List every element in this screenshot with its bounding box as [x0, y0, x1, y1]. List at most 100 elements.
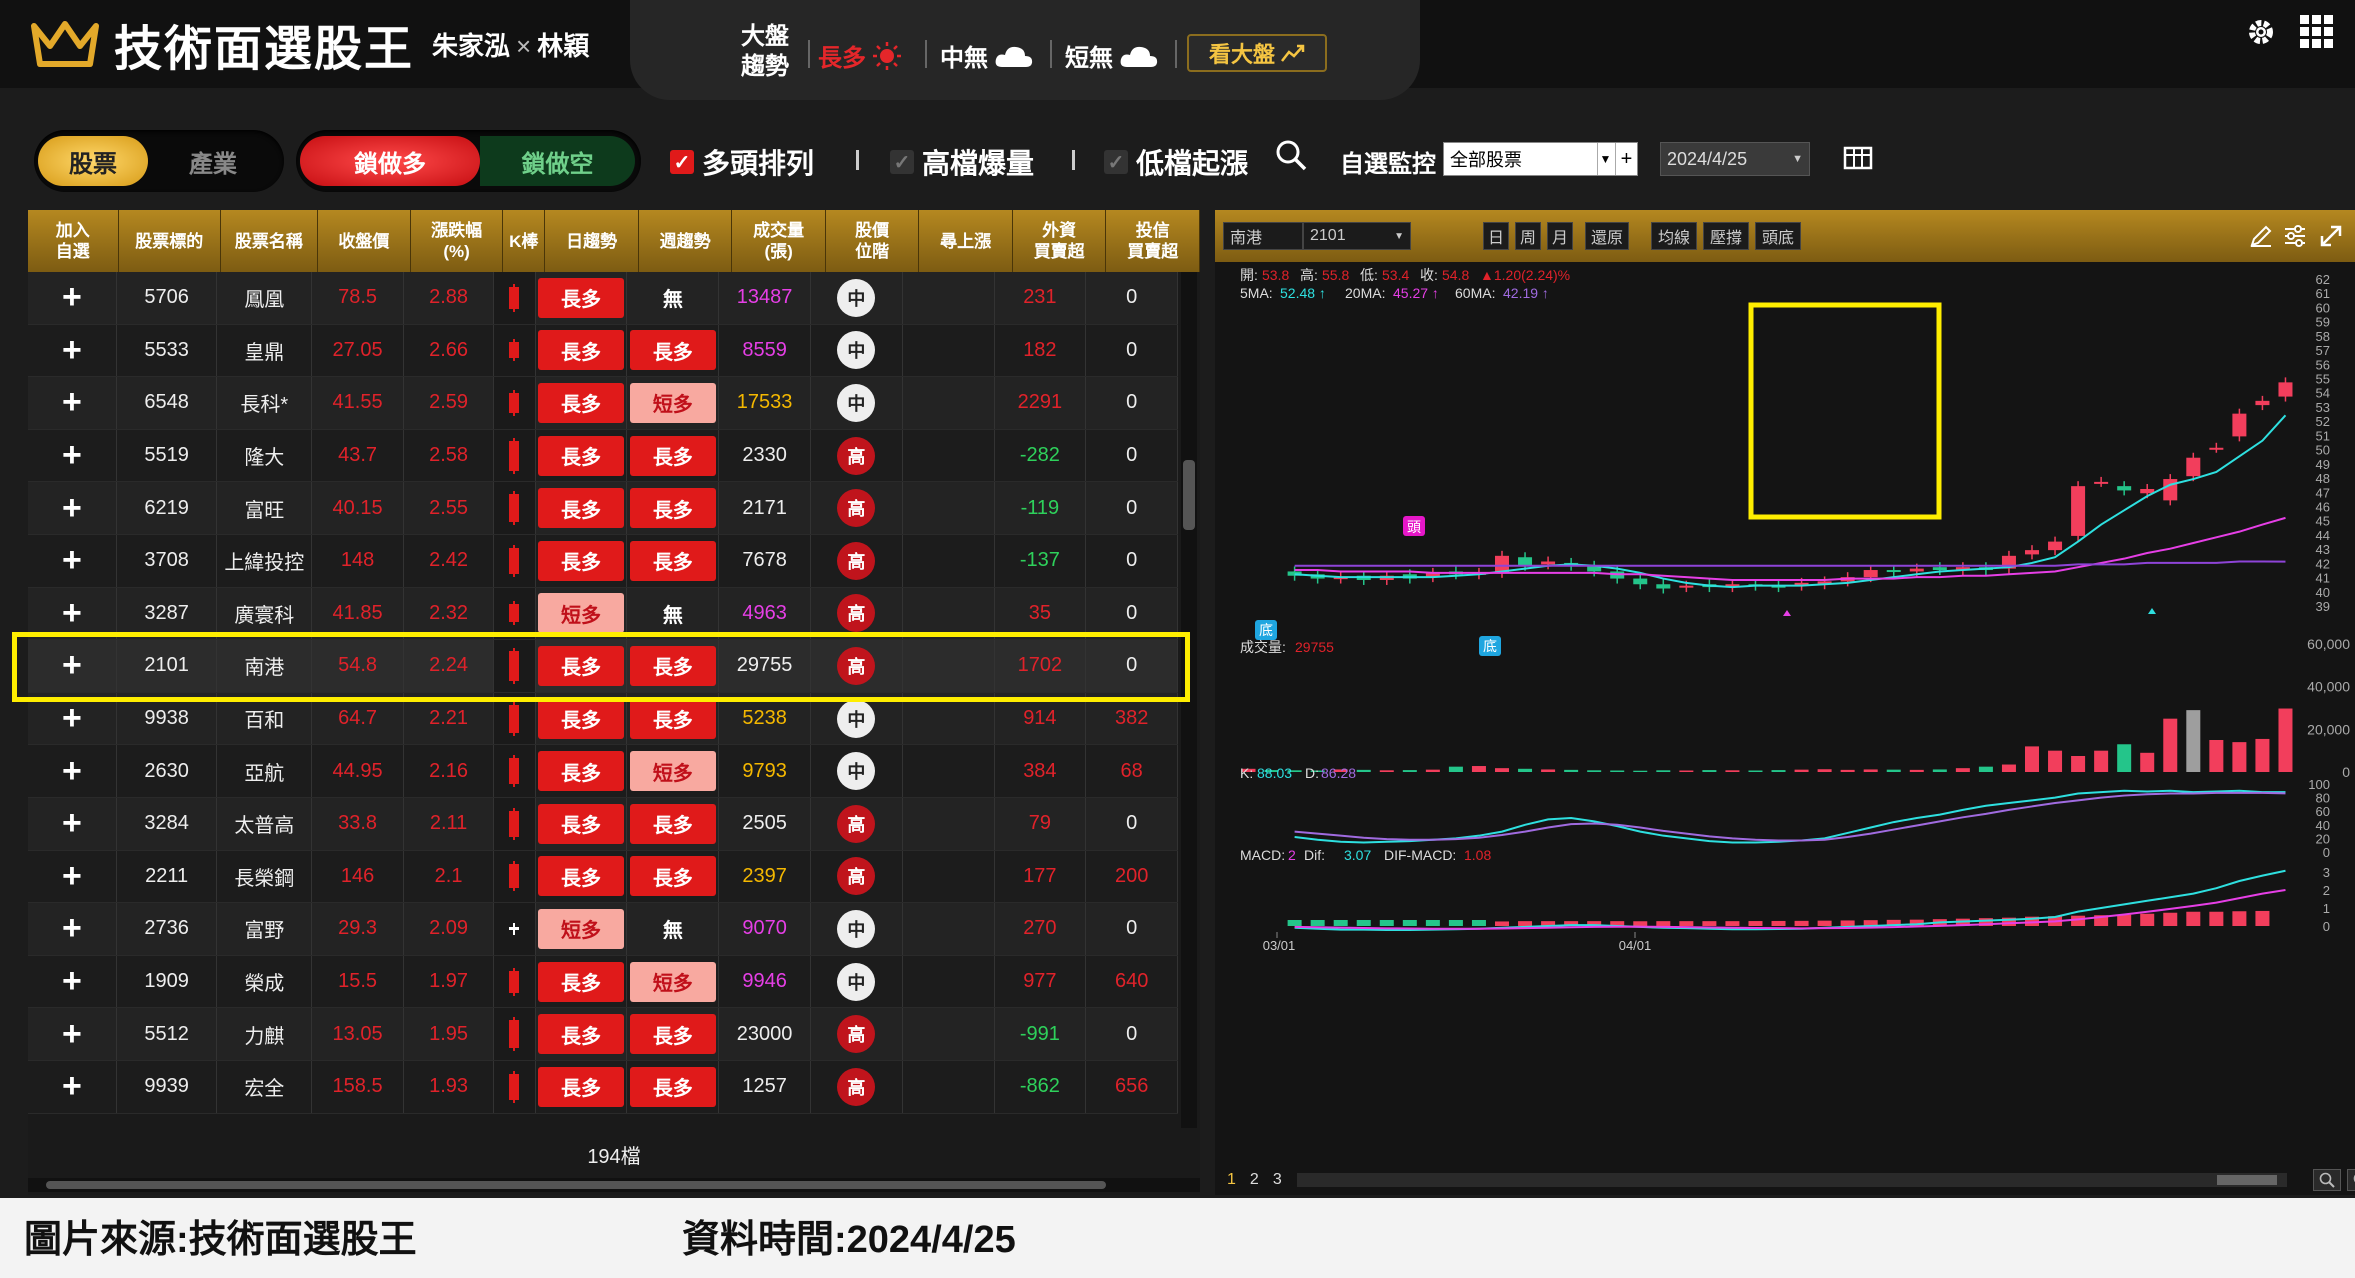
- watch-select[interactable]: 全部股票 ▼ +: [1443, 142, 1638, 176]
- search-icon[interactable]: [1274, 138, 1308, 172]
- stock-name[interactable]: 長科*: [240, 388, 288, 417]
- zoom-out-icon[interactable]: [2313, 1169, 2341, 1191]
- add-watchlist-button[interactable]: +: [62, 541, 82, 580]
- tab-lock-short[interactable]: 鎖做空: [480, 136, 635, 186]
- tab-industry[interactable]: 產業: [148, 136, 278, 186]
- btn-ma[interactable]: 均線: [1651, 222, 1697, 250]
- app-logo[interactable]: 技術面選股王 朱家泓 × 林穎: [30, 14, 589, 76]
- stock-code[interactable]: 2101: [144, 654, 189, 677]
- column-header[interactable]: 股票標的: [119, 210, 222, 272]
- table-row[interactable]: +6548 長科* 41.55 2.59 長多 短多 17533 中 2291 0: [28, 377, 1178, 430]
- table-row[interactable]: +5512 力麒 13.05 1.95 長多 長多 23000 高 -991 0: [28, 1008, 1178, 1061]
- checkbox-icon[interactable]: ✓: [890, 150, 914, 174]
- add-watchlist-button[interactable]: +: [62, 699, 82, 738]
- chart-code-select[interactable]: 2101 ▼: [1303, 222, 1411, 250]
- grid-menu-icon[interactable]: [2299, 14, 2335, 50]
- add-watchlist-button[interactable]: +: [62, 594, 82, 633]
- column-header[interactable]: 股價 位階: [826, 210, 920, 272]
- table-row[interactable]: +3287 廣寰科 41.85 2.32 短多 無 4963 高 35 0: [28, 587, 1178, 641]
- checkbox-checked-icon[interactable]: ✓: [670, 150, 694, 174]
- btn-head-bottom[interactable]: 頭底: [1755, 222, 1801, 250]
- stock-name[interactable]: 富野: [244, 914, 284, 943]
- stock-code[interactable]: 6548: [144, 391, 189, 414]
- btn-day[interactable]: 日: [1483, 222, 1509, 250]
- chevron-down-icon[interactable]: ▼: [1792, 153, 1803, 165]
- chart-page-2[interactable]: 2: [1250, 1171, 1259, 1189]
- stock-name[interactable]: 榮成: [244, 967, 284, 996]
- add-watchlist-button[interactable]: +: [62, 646, 82, 685]
- stock-code[interactable]: 3284: [144, 812, 189, 835]
- table-row[interactable]: +9939 宏全 158.5 1.93 長多 長多 1257 高 -862 656: [28, 1060, 1178, 1114]
- stock-code[interactable]: 1909: [144, 970, 189, 993]
- table-row[interactable]: +9938 百和 64.7 2.21 長多 長多 5238 中 914 382: [28, 692, 1178, 746]
- column-header[interactable]: 外資 買賣超: [1013, 210, 1107, 272]
- stock-code[interactable]: 5533: [144, 339, 189, 362]
- chart-horizontal-scrollbar[interactable]: [1297, 1173, 2287, 1187]
- table-row[interactable]: +2630 亞航 44.95 2.16 長多 短多 9793 中 384 68: [28, 745, 1178, 798]
- filter-bullish-alignment[interactable]: ✓ 多頭排列: [670, 142, 814, 182]
- filter-low-rise[interactable]: ✓ 低檔起漲: [1104, 142, 1248, 182]
- stock-name[interactable]: 太普高: [234, 809, 294, 838]
- btn-month[interactable]: 月: [1547, 222, 1573, 250]
- column-header[interactable]: K棒: [503, 210, 546, 272]
- stock-name[interactable]: 南港: [244, 651, 284, 680]
- pencil-icon[interactable]: [2249, 224, 2273, 248]
- add-watchlist-button[interactable]: +: [62, 962, 82, 1001]
- table-row[interactable]: +3708 上緯投控 148 2.42 長多 長多 7678 高 -137 0: [28, 534, 1178, 588]
- zoom-in-icon[interactable]: [2347, 1169, 2355, 1191]
- table-row[interactable]: +2211 長榮鋼 146 2.1 長多 長多 2397 高 177 200: [28, 850, 1178, 904]
- stock-name[interactable]: 上緯投控: [224, 546, 304, 575]
- btn-support-resistance[interactable]: 壓撐: [1703, 222, 1749, 250]
- column-header[interactable]: 收盤價: [318, 210, 412, 272]
- chart-page-3[interactable]: 3: [1273, 1171, 1282, 1189]
- btn-week[interactable]: 周: [1515, 222, 1541, 250]
- date-select[interactable]: 2024/4/25 ▼: [1660, 142, 1810, 176]
- stock-name[interactable]: 百和: [244, 704, 284, 733]
- table-row[interactable]: +3284 太普高 33.8 2.11 長多 長多 2505 高 79 0: [28, 797, 1178, 851]
- stock-name[interactable]: 廣寰科: [234, 599, 294, 628]
- stock-code[interactable]: 9939: [144, 1075, 189, 1098]
- stock-name[interactable]: 隆大: [244, 441, 284, 470]
- column-header[interactable]: 加入 自選: [28, 210, 119, 272]
- expand-icon[interactable]: [2319, 224, 2343, 248]
- add-watchlist-button[interactable]: +: [62, 383, 82, 422]
- scroll-thumb[interactable]: [2217, 1175, 2277, 1185]
- add-watchlist-button[interactable]: +: [62, 436, 82, 475]
- stock-code[interactable]: 5706: [144, 286, 189, 309]
- table-row[interactable]: +6219 富旺 40.15 2.55 長多 長多 2171 高 -119 0: [28, 482, 1178, 535]
- chart-symbol[interactable]: 南港: [1223, 222, 1303, 250]
- column-header[interactable]: 股票名稱: [221, 210, 318, 272]
- stock-code[interactable]: 3287: [144, 602, 189, 625]
- chart-page-1[interactable]: 1: [1227, 1171, 1236, 1189]
- tab-stocks[interactable]: 股票: [38, 136, 148, 186]
- table-row[interactable]: +5706 鳳凰 78.5 2.88 長多 無 13487 中 231 0: [28, 272, 1178, 325]
- column-header[interactable]: 尋上漲: [919, 210, 1013, 272]
- stock-name[interactable]: 富旺: [244, 494, 284, 523]
- scroll-thumb[interactable]: [1183, 460, 1195, 530]
- add-watchlist-button[interactable]: +: [62, 857, 82, 896]
- horizontal-scrollbar[interactable]: [28, 1178, 1200, 1192]
- stock-code[interactable]: 9938: [144, 707, 189, 730]
- add-watchlist-button[interactable]: +: [62, 909, 82, 948]
- sliders-icon[interactable]: [2283, 224, 2307, 248]
- price-chart[interactable]: 6261605958575655545352515049484746454443…: [1215, 262, 2355, 1165]
- add-watchlist-button[interactable]: +: [62, 752, 82, 791]
- stock-code[interactable]: 5519: [144, 444, 189, 467]
- column-header[interactable]: 週趨勢: [639, 210, 733, 272]
- stock-code[interactable]: 3708: [144, 549, 189, 572]
- add-watchlist-button[interactable]: +: [62, 278, 82, 317]
- filter-high-volume[interactable]: ✓ 高檔爆量: [890, 142, 1034, 182]
- stock-code[interactable]: 6219: [144, 497, 189, 520]
- table-settings-icon[interactable]: [1843, 145, 1873, 171]
- table-row[interactable]: +2736 富野 29.3 2.09 短多 無 9070 中 270 0: [28, 903, 1178, 956]
- tab-lock-long[interactable]: 鎖做多: [300, 136, 480, 186]
- add-icon[interactable]: +: [1615, 143, 1637, 175]
- btn-restore[interactable]: 還原: [1585, 222, 1629, 250]
- vertical-scrollbar[interactable]: [1181, 272, 1197, 1128]
- table-row[interactable]: +2101 南港 54.8 2.24 長多 長多 29755 高 1702 0: [28, 640, 1178, 693]
- chevron-down-icon[interactable]: ▼: [1597, 143, 1613, 175]
- table-row[interactable]: +5533 皇鼎 27.05 2.66 長多 長多 8559 中 182 0: [28, 324, 1178, 378]
- checkbox-icon[interactable]: ✓: [1104, 150, 1128, 174]
- stock-name[interactable]: 亞航: [244, 757, 284, 786]
- table-row[interactable]: +5519 隆大 43.7 2.58 長多 長多 2330 高 -282 0: [28, 429, 1178, 483]
